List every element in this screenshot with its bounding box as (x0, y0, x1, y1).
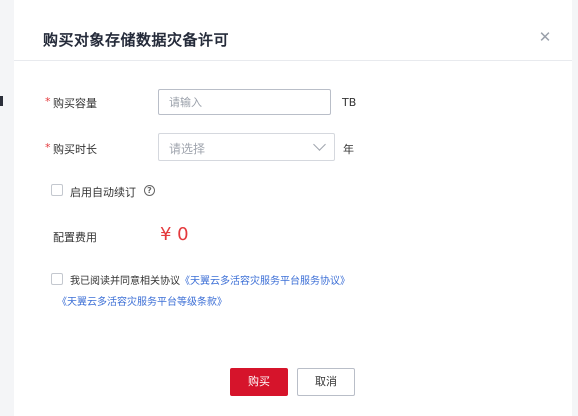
auto-renew-label: 启用自动续订 (70, 186, 136, 199)
fee-value: ¥ 0 (160, 224, 189, 245)
agreement-checkbox[interactable] (51, 273, 63, 285)
capacity-label: 购买容量 (53, 97, 97, 110)
chevron-down-icon (313, 138, 326, 151)
fee-label: 配置费用 (53, 231, 97, 244)
divider (14, 60, 572, 61)
question-circle-icon[interactable]: ? (144, 185, 155, 196)
service-level-link[interactable]: 《天翼云多活容灾服务平台等级条款》 (57, 293, 227, 308)
agreement-text: 我已阅读并同意相关协议《天翼云多活容灾服务平台服务协议》 (70, 272, 350, 287)
background-page-left (0, 0, 15, 416)
agreement-statement: 我已阅读并同意相关协议 (70, 276, 180, 287)
service-agreement-link[interactable]: 《天翼云多活容灾服务平台服务协议》 (180, 276, 350, 287)
background-page-right (571, 0, 578, 416)
cancel-button[interactable]: 取消 (297, 368, 355, 396)
duration-unit: 年 (343, 143, 354, 156)
purchase-dialog: 购买对象存储数据灾备许可 ✕ * 购买容量 TB * 购买时长 请选择 年 启用… (14, 0, 572, 416)
required-mark: * (45, 141, 51, 154)
duration-label: 购买时长 (53, 143, 97, 156)
close-icon[interactable]: ✕ (536, 28, 554, 46)
buy-button[interactable]: 购买 (230, 368, 288, 396)
capacity-unit: TB (342, 96, 357, 109)
auto-renew-checkbox[interactable] (51, 184, 63, 196)
required-mark: * (45, 95, 51, 108)
dialog-title: 购买对象存储数据灾备许可 (43, 31, 230, 49)
background-page-fragment (0, 96, 3, 106)
duration-select[interactable]: 请选择 (158, 133, 335, 161)
duration-placeholder: 请选择 (169, 142, 206, 156)
capacity-input[interactable] (158, 89, 331, 115)
